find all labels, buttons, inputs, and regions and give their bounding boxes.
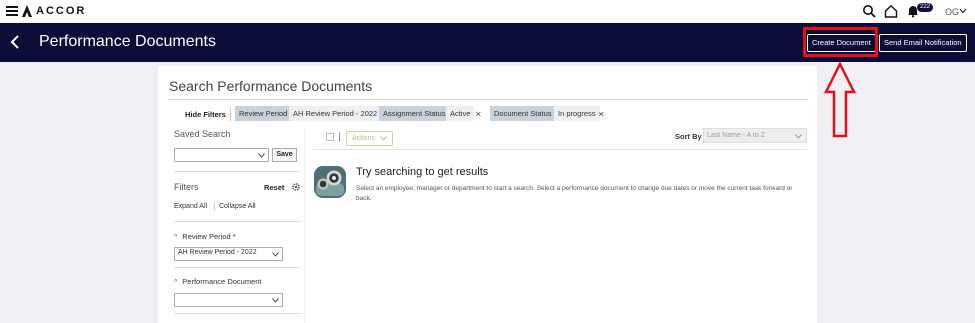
accor-logo-icon [22,5,32,17]
performance-document-select[interactable] [174,293,283,307]
filter-chip-label: Review Period [235,106,292,121]
annotation-highlight-box [803,27,878,57]
divider [169,99,807,100]
empty-state-title: Try searching to get results [356,166,489,178]
binoculars-icon [314,166,346,198]
back-arrow-icon[interactable] [9,34,21,50]
filters-label: Filters [174,182,199,192]
sort-value: Last Name - A to Z [707,132,765,139]
close-icon[interactable]: ✕ [598,110,605,119]
page-title: Performance Documents [39,33,216,50]
review-period-select[interactable]: AH Review Period - 2022 [174,247,283,261]
expand-all-link[interactable]: Expand All [174,203,207,210]
send-email-notification-button[interactable]: Send Email Notification [879,34,967,52]
saved-search-label: Saved Search [174,129,231,139]
divider [304,128,305,323]
section-label: Review Period * [182,232,236,241]
divider [214,202,215,211]
gear-icon[interactable] [291,182,301,192]
review-period-value: AH Review Period - 2022 [178,249,257,256]
save-button[interactable]: Save [272,148,297,162]
chevron-down-icon [258,153,265,158]
filter-chip-value: Active [446,106,475,121]
review-period-section-toggle[interactable]: ^ Review Period * [174,232,236,241]
performance-document-section-toggle[interactable]: ^ Performance Document [174,277,262,286]
empty-state-text: Select an employee, manager or departmen… [356,185,793,202]
reset-link[interactable]: Reset [264,183,284,192]
search-icon[interactable] [862,4,876,18]
saved-search-select[interactable] [174,148,269,162]
divider [339,132,340,142]
filter-chip-value: AH Review Period - 2022 [289,106,382,121]
brand-name: ACCOR [36,5,87,17]
actions-label: Actions [352,135,375,142]
chevron-down-icon[interactable] [959,8,967,14]
filter-chip-label: Document Status [490,106,556,121]
divider [174,267,301,268]
sort-select[interactable]: Last Name - A to Z [703,128,807,143]
annotation-arrow [824,62,856,138]
section-label: Performance Document [182,277,262,286]
chevron-down-icon [272,298,279,303]
user-avatar[interactable]: OG [945,7,959,17]
divider [174,171,301,172]
hamburger-icon[interactable] [6,6,18,16]
divider [313,149,807,150]
divider [174,221,301,222]
select-all-checkbox[interactable] [326,133,334,141]
close-icon[interactable]: ✕ [475,110,482,119]
chevron-up-icon: ^ [174,279,178,286]
chevron-down-icon [272,252,279,257]
panel-title: Search Performance Documents [169,78,373,94]
actions-dropdown[interactable]: Actions [346,131,393,146]
notification-badge: 222 [917,3,934,12]
filter-chip-value: In progress [554,106,600,121]
top-bar: ACCOR 222 OG [0,0,975,23]
chevron-down-icon [380,136,387,141]
sort-by-label: Sort By [675,132,702,141]
hide-filters-link[interactable]: Hide Filters [185,110,226,119]
chevron-down-icon [795,134,802,139]
home-icon[interactable] [884,4,898,18]
collapse-all-link[interactable]: Collapse All [219,203,256,210]
search-panel: Search Performance Documents Hide Filter… [158,66,817,323]
divider [230,107,231,121]
filter-chip-label: Assignment Status [379,106,450,121]
chevron-up-icon: ^ [174,234,178,241]
divider [174,313,301,314]
